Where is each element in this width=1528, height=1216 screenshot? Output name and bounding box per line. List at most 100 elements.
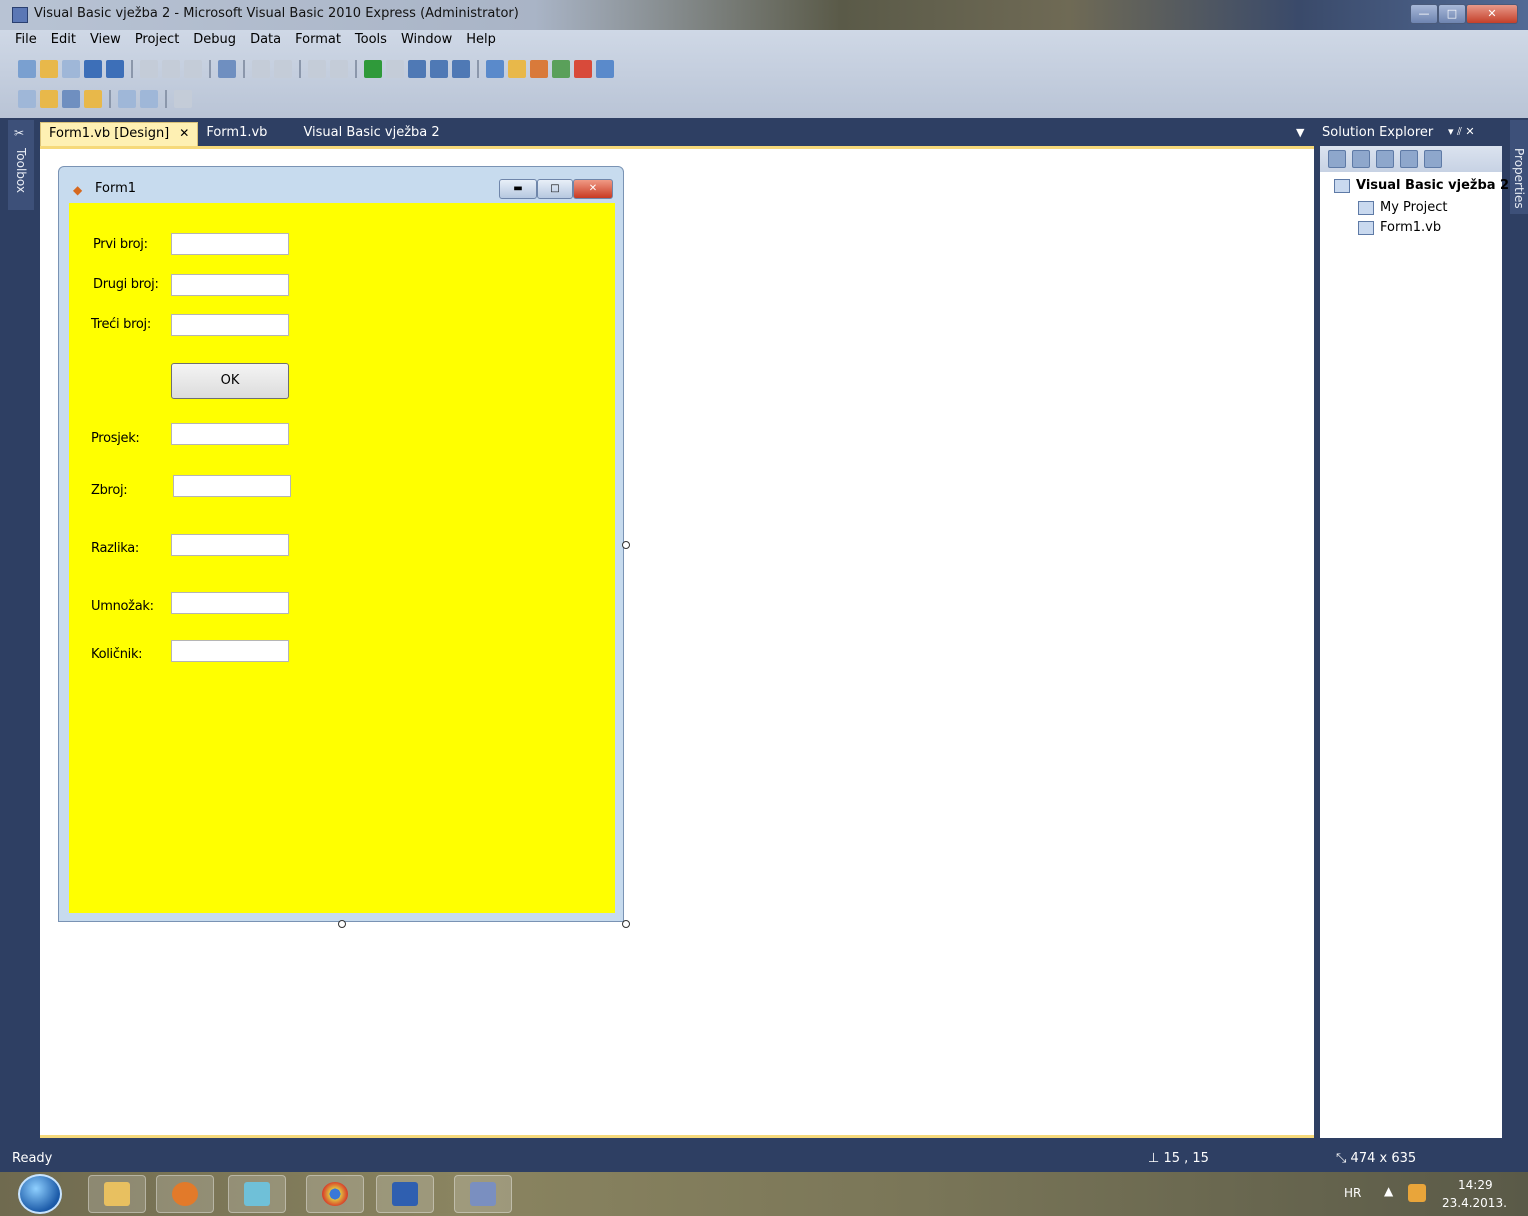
label-drugi-broj[interactable]: Drugi broj: xyxy=(93,277,159,292)
paste-icon[interactable] xyxy=(184,60,202,78)
textbox-prosjek[interactable] xyxy=(171,423,289,445)
bring-to-front-icon[interactable] xyxy=(84,90,102,108)
start-debugging-icon[interactable] xyxy=(364,60,382,78)
add-item-icon[interactable] xyxy=(62,60,80,78)
taskbar-media-player[interactable] xyxy=(156,1175,214,1213)
stop-icon[interactable] xyxy=(386,60,404,78)
textbox-razlika[interactable] xyxy=(171,534,289,556)
data-sources-icon[interactable] xyxy=(552,60,570,78)
copy-icon[interactable] xyxy=(162,60,180,78)
form-close-button[interactable]: ✕ xyxy=(573,179,613,199)
label-umnozak[interactable]: Umnožak: xyxy=(91,599,154,614)
open-file-icon[interactable] xyxy=(40,60,58,78)
close-icon[interactable]: ✕ xyxy=(179,126,189,140)
save-all-icon[interactable] xyxy=(106,60,124,78)
form1-window[interactable]: ◆ Form1 ▬ □ ✕ Prvi broj: Drugi broj: Tre… xyxy=(58,166,624,922)
lock-controls-icon[interactable] xyxy=(140,90,158,108)
tree-item-my-project[interactable]: My Project xyxy=(1358,200,1448,215)
menu-data[interactable]: Data xyxy=(243,30,288,52)
tab-project-properties[interactable]: Visual Basic vježba 2 xyxy=(295,122,447,146)
ok-button[interactable]: OK xyxy=(171,363,289,399)
toolbox-icon[interactable] xyxy=(530,60,548,78)
label-prvi-broj[interactable]: Prvi broj: xyxy=(93,237,148,252)
menu-help[interactable]: Help xyxy=(459,30,503,52)
label-zbroj[interactable]: Zbroj: xyxy=(91,483,128,498)
tree-item-project[interactable]: Visual Basic vježba 2 xyxy=(1334,178,1509,193)
menu-edit[interactable]: Edit xyxy=(44,30,83,52)
refresh-icon[interactable] xyxy=(1376,150,1394,168)
step-out-icon[interactable] xyxy=(452,60,470,78)
properties-window-icon[interactable] xyxy=(508,60,526,78)
start-button[interactable] xyxy=(18,1174,62,1214)
resize-handle-right[interactable] xyxy=(622,541,630,549)
resize-handle-corner[interactable] xyxy=(622,920,630,928)
form-icon: ◆ xyxy=(73,183,83,197)
taskbar-visual-basic[interactable] xyxy=(454,1175,512,1213)
menu-file[interactable]: File xyxy=(8,30,44,52)
toolbox-tab[interactable]: ✂ Toolbox xyxy=(8,120,34,210)
undo-icon[interactable] xyxy=(308,60,326,78)
properties-icon[interactable] xyxy=(1328,150,1346,168)
taskbar-chrome[interactable] xyxy=(306,1175,364,1213)
textbox-prvi-broj[interactable] xyxy=(171,233,289,255)
save-icon[interactable] xyxy=(84,60,102,78)
cut-icon[interactable] xyxy=(140,60,158,78)
label-razlika[interactable]: Razlika: xyxy=(91,541,139,556)
chevron-down-icon[interactable]: ▼ xyxy=(1296,126,1304,139)
form-client-area[interactable]: Prvi broj: Drugi broj: Treći broj: OK Pr… xyxy=(69,203,615,913)
menu-debug[interactable]: Debug xyxy=(186,30,243,52)
menu-format[interactable]: Format xyxy=(288,30,348,52)
panel-controls-icon[interactable]: ▾ ⫽ ✕ xyxy=(1448,125,1475,139)
output-window-icon[interactable] xyxy=(596,60,614,78)
label-treci-broj[interactable]: Treći broj: xyxy=(91,317,151,332)
minimize-button[interactable]: — xyxy=(1410,4,1438,24)
label-prosjek[interactable]: Prosjek: xyxy=(91,431,140,446)
textbox-umnozak[interactable] xyxy=(171,592,289,614)
uncomment-icon[interactable] xyxy=(274,60,292,78)
step-over-icon[interactable] xyxy=(430,60,448,78)
form-maximize-button[interactable]: □ xyxy=(537,179,573,199)
form-minimize-button[interactable]: ▬ xyxy=(499,179,537,199)
show-hidden-icons-icon[interactable]: ▲ xyxy=(1384,1184,1393,1198)
taskbar-notepad[interactable] xyxy=(228,1175,286,1213)
language-indicator[interactable]: HR xyxy=(1344,1186,1361,1200)
taskbar-word[interactable] xyxy=(376,1175,434,1213)
textbox-treci-broj[interactable] xyxy=(171,314,289,336)
menu-tools[interactable]: Tools xyxy=(348,30,394,52)
solution-explorer-icon[interactable] xyxy=(486,60,504,78)
comment-icon[interactable] xyxy=(252,60,270,78)
align-center-icon[interactable] xyxy=(40,90,58,108)
textbox-kolicnik[interactable] xyxy=(171,640,289,662)
tab-order-icon[interactable] xyxy=(118,90,136,108)
maximize-button[interactable]: □ xyxy=(1438,4,1466,24)
close-button[interactable]: ✕ xyxy=(1466,4,1518,24)
menu-window[interactable]: Window xyxy=(394,30,459,52)
folder-icon xyxy=(104,1182,130,1206)
show-all-files-icon[interactable] xyxy=(1352,150,1370,168)
clock-time[interactable]: 14:29 xyxy=(1458,1178,1493,1192)
step-into-icon[interactable] xyxy=(408,60,426,78)
textbox-drugi-broj[interactable] xyxy=(171,274,289,296)
word-icon xyxy=(392,1182,418,1206)
taskbar-explorer[interactable] xyxy=(88,1175,146,1213)
start-page-icon[interactable] xyxy=(574,60,592,78)
menu-view[interactable]: View xyxy=(83,30,128,52)
new-project-icon[interactable] xyxy=(18,60,36,78)
action-center-icon[interactable] xyxy=(1408,1184,1426,1202)
label-kolicnik[interactable]: Količnik: xyxy=(91,647,143,662)
clock-date[interactable]: 23.4.2013. xyxy=(1442,1196,1507,1210)
format-icon[interactable] xyxy=(174,90,192,108)
tab-form1-code[interactable]: Form1.vb xyxy=(198,122,275,146)
tree-item-form1[interactable]: Form1.vb xyxy=(1358,220,1441,235)
resize-handle-bottom[interactable] xyxy=(338,920,346,928)
find-icon[interactable] xyxy=(218,60,236,78)
tab-form1-design[interactable]: Form1.vb [Design] ✕ xyxy=(40,122,199,146)
redo-icon[interactable] xyxy=(330,60,348,78)
align-right-icon[interactable] xyxy=(62,90,80,108)
properties-tab[interactable]: Properties xyxy=(1510,120,1528,214)
menu-project[interactable]: Project xyxy=(128,30,186,52)
view-designer-icon[interactable] xyxy=(1424,150,1442,168)
textbox-zbroj[interactable] xyxy=(173,475,291,497)
view-code-icon[interactable] xyxy=(1400,150,1418,168)
align-left-icon[interactable] xyxy=(18,90,36,108)
